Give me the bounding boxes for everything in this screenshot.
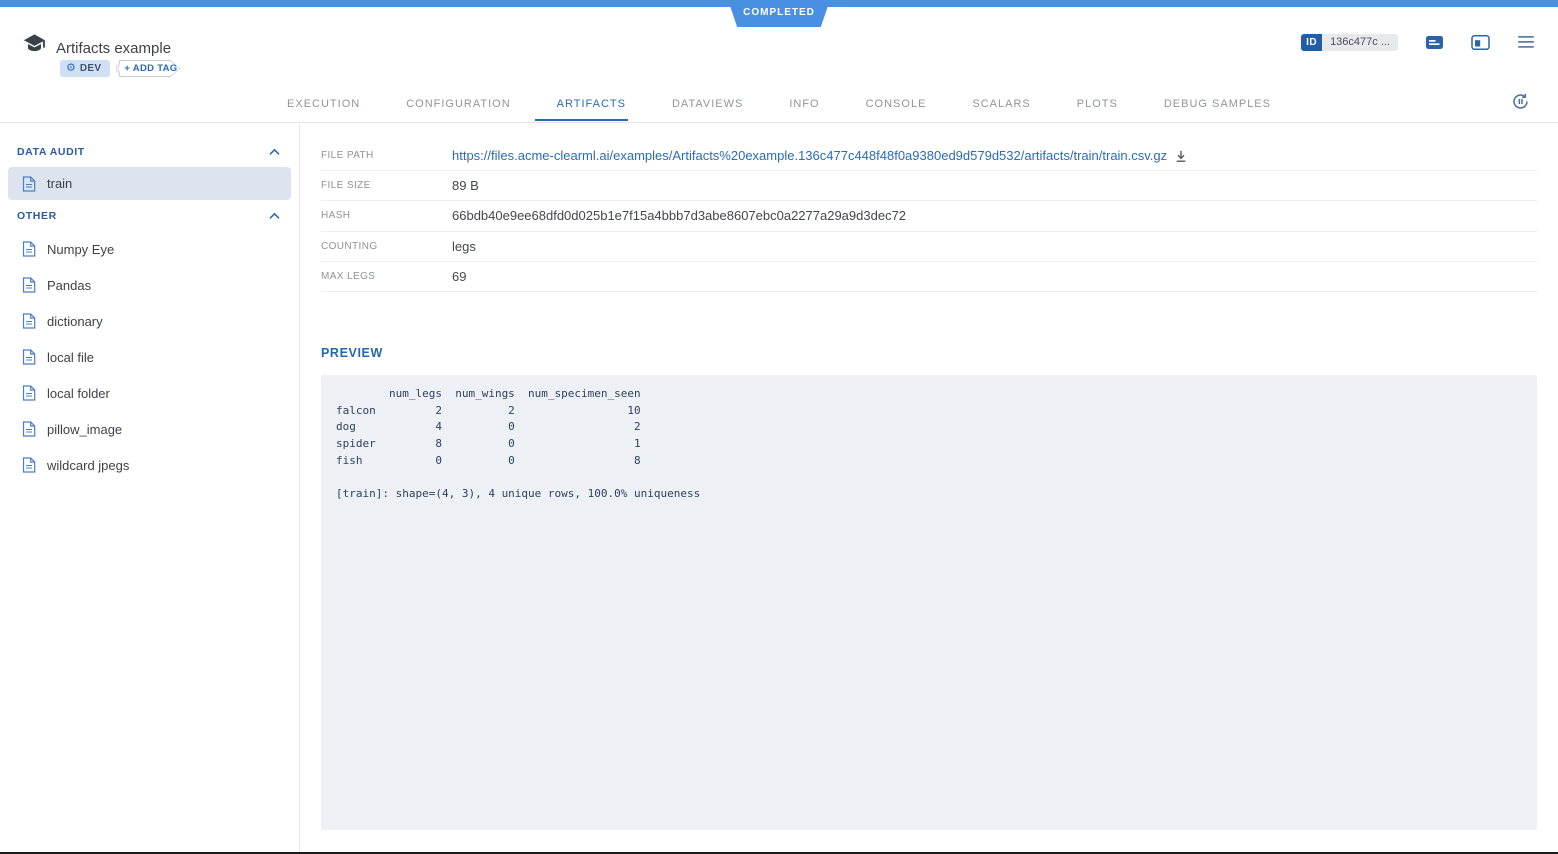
- sidebar-item-train[interactable]: train: [8, 167, 291, 200]
- menu-icon[interactable]: [1516, 33, 1536, 51]
- status-label: COMPLETED: [743, 7, 815, 20]
- layout-panel-icon[interactable]: [1470, 33, 1490, 51]
- detail-row-file-path: FILE PATH https://files.acme-clearml.ai/…: [321, 141, 1537, 171]
- tag-row: ⚙ DEV + ADD TAG: [60, 60, 180, 77]
- document-icon: [22, 176, 36, 192]
- tab-console[interactable]: CONSOLE: [864, 87, 929, 121]
- tab-debug-samples[interactable]: DEBUG SAMPLES: [1162, 87, 1273, 121]
- id-group: ID 136c477c ...: [1301, 34, 1398, 51]
- app-window: COMPLETED Artifacts example ⚙ DEV + ADD …: [0, 0, 1558, 854]
- tab-execution[interactable]: EXECUTION: [285, 87, 362, 121]
- detail-label: MAX LEGS: [321, 271, 452, 282]
- sidebar-item-local-folder[interactable]: local folder: [0, 375, 299, 411]
- file-path-link[interactable]: https://files.acme-clearml.ai/examples/A…: [452, 148, 1188, 163]
- detail-label: HASH: [321, 210, 452, 221]
- auto-refresh-icon[interactable]: [1510, 91, 1532, 113]
- tab-configuration[interactable]: CONFIGURATION: [404, 87, 512, 121]
- sidebar-item-label: wildcard jpegs: [47, 458, 129, 473]
- sidebar-item-dictionary[interactable]: dictionary: [0, 303, 299, 339]
- detail-row-file-size: FILE SIZE 89 B: [321, 171, 1537, 201]
- document-icon: [22, 277, 36, 293]
- tab-bar: EXECUTION CONFIGURATION ARTIFACTS DATAVI…: [0, 85, 1558, 123]
- add-tag-label: + ADD TAG: [116, 60, 180, 77]
- add-tag-button[interactable]: + ADD TAG: [116, 60, 180, 77]
- artifacts-sidebar: DATA AUDIT train OTHER: [0, 124, 300, 852]
- preview-panel: num_legs num_wings num_specimen_seen fal…: [321, 375, 1537, 830]
- detail-value: legs: [452, 239, 476, 254]
- dev-gear-icon: ⚙: [66, 63, 76, 74]
- sidebar-item-label: local folder: [47, 386, 110, 401]
- document-icon: [22, 421, 36, 437]
- detail-value: 66bdb40e9ee68dfd0d025b1e7f15a4bbb7d3abe8…: [452, 208, 906, 223]
- sidebar-item-pandas[interactable]: Pandas: [0, 267, 299, 303]
- sidebar-item-label: dictionary: [47, 314, 103, 329]
- experiment-logo-icon: [21, 31, 48, 58]
- document-icon: [22, 241, 36, 257]
- section-title: OTHER: [17, 210, 57, 222]
- section-other[interactable]: OTHER: [0, 200, 299, 231]
- sidebar-item-wildcard-jpegs[interactable]: wildcard jpegs: [0, 447, 299, 483]
- detail-value: 89 B: [452, 178, 479, 193]
- detail-label: FILE PATH: [321, 150, 452, 161]
- details-card-icon[interactable]: [1424, 33, 1444, 51]
- document-icon: [22, 385, 36, 401]
- tab-dataviews[interactable]: DATAVIEWS: [670, 87, 745, 121]
- sidebar-item-label: train: [47, 176, 72, 191]
- content: DATA AUDIT train OTHER: [0, 124, 1558, 852]
- sidebar-item-label: local file: [47, 350, 94, 365]
- detail-row-hash: HASH 66bdb40e9ee68dfd0d025b1e7f15a4bbb7d…: [321, 201, 1537, 231]
- tab-artifacts[interactable]: ARTIFACTS: [555, 87, 628, 121]
- detail-value: 69: [452, 269, 466, 284]
- sidebar-item-numpy-eye[interactable]: Numpy Eye: [0, 231, 299, 267]
- detail-label: COUNTING: [321, 241, 452, 252]
- detail-row-max-legs: MAX LEGS 69: [321, 262, 1537, 292]
- tag-dev[interactable]: ⚙ DEV: [60, 60, 110, 77]
- tab-scalars[interactable]: SCALARS: [970, 87, 1032, 121]
- sidebar-item-label: Pandas: [47, 278, 91, 293]
- artifact-details: FILE PATH https://files.acme-clearml.ai/…: [300, 124, 1558, 852]
- detail-label: FILE SIZE: [321, 180, 452, 191]
- chevron-up-icon: [268, 212, 281, 220]
- header-actions: ID 136c477c ...: [1301, 33, 1536, 51]
- section-data-audit[interactable]: DATA AUDIT: [0, 136, 299, 167]
- page-title: Artifacts example: [56, 40, 171, 57]
- preview-dataframe-text: num_legs num_wings num_specimen_seen fal…: [336, 386, 1522, 503]
- tag-label: DEV: [80, 63, 101, 74]
- detail-row-counting: COUNTING legs: [321, 232, 1537, 262]
- download-icon[interactable]: [1174, 149, 1188, 163]
- section-title: DATA AUDIT: [17, 146, 85, 158]
- id-badge: ID: [1301, 34, 1322, 51]
- chevron-up-icon: [268, 148, 281, 156]
- preview-heading: PREVIEW: [321, 346, 1537, 360]
- sidebar-item-label: pillow_image: [47, 422, 122, 437]
- status-ribbon: COMPLETED: [728, 0, 830, 27]
- sidebar-item-label: Numpy Eye: [47, 242, 114, 257]
- sidebar-item-pillow-image[interactable]: pillow_image: [0, 411, 299, 447]
- tab-plots[interactable]: PLOTS: [1075, 87, 1120, 121]
- id-value[interactable]: 136c477c ...: [1322, 34, 1398, 51]
- document-icon: [22, 349, 36, 365]
- tab-info[interactable]: INFO: [787, 87, 821, 121]
- sidebar-item-local-file[interactable]: local file: [0, 339, 299, 375]
- document-icon: [22, 313, 36, 329]
- document-icon: [22, 457, 36, 473]
